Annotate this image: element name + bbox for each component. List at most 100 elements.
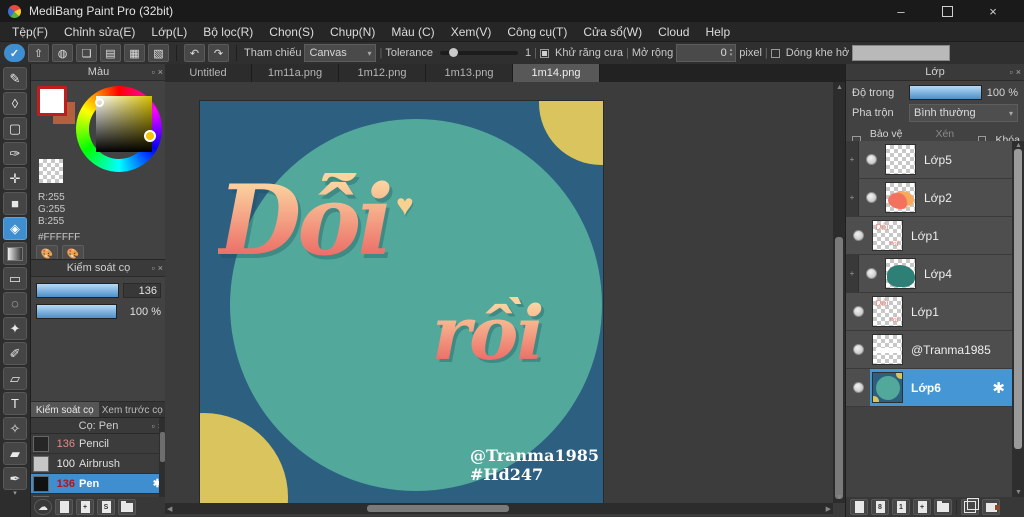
spinner-arrows-icon[interactable]: ▴ ▾ [730,48,733,58]
menu-item-5[interactable]: Chọn(S) [261,25,322,39]
reference-dropdown[interactable]: Canvas ▾ [304,44,377,62]
document-tab-1m14png[interactable]: 1m14.png [513,64,600,82]
brush-size-value[interactable]: 136 [123,283,161,298]
layer-row-tranma1985[interactable]: @Tranma1985 [846,331,1013,369]
layer-row-lp4[interactable]: + Lớp4 [846,255,1013,293]
sv-cursor-icon[interactable] [95,98,104,107]
transparent-color-swatch[interactable] [39,159,63,183]
eyedropper-tool[interactable]: ✒ [3,467,27,490]
foreground-color-swatch[interactable] [37,86,67,116]
menu-item-12[interactable]: Help [697,25,738,39]
restore-button[interactable] [924,0,970,22]
globe-comment-icon[interactable]: ◍ [52,44,73,62]
artboard[interactable]: Dỗi ♥ rồi @Tranma1985 #Hd247 [199,100,604,503]
scroll-right-icon[interactable]: ▶ [826,505,831,513]
panel-close-icon[interactable]: × [158,263,163,273]
lasso-tool[interactable]: ◌ [3,292,27,315]
layer-row-lp1[interactable]: Dỗi rồi Lớp1 [846,293,1013,331]
menu-item-7[interactable]: Màu (C) [383,25,442,39]
shape-brush-tool[interactable]: ▢ [3,117,27,140]
move-tool[interactable]: ✛ [3,167,27,190]
control-point-tool[interactable]: ✧ [3,417,27,440]
blend-mode-dropdown[interactable]: Bình thường ▾ [909,104,1018,122]
brush-item-pencil[interactable]: 136 Pencil [31,434,166,454]
panel-close-icon[interactable]: × [158,67,163,77]
expand-spinner[interactable]: 0 ▴ ▾ [676,44,737,62]
cloud-check-icon[interactable]: ✓ [4,44,25,62]
scroll-down-icon[interactable]: ▼ [1015,489,1022,496]
layer-row-lp2[interactable]: + Lớp2 [846,179,1013,217]
layer-visibility-toggle[interactable] [846,382,870,393]
fill-rect-tool[interactable]: ■ [3,192,27,215]
duplicate-brush-button[interactable]: + [76,499,94,515]
text-tool[interactable]: T [3,392,27,415]
tab-brush-preview[interactable]: Xem trước cọ [98,401,166,418]
horizontal-scroll-thumb[interactable] [367,505,509,512]
panel-popup-icon[interactable]: ▫ [1010,67,1013,77]
layer-visibility-toggle[interactable] [859,268,883,279]
eraser-tool[interactable]: ◊ [3,92,27,115]
add-1bit-layer-button[interactable]: 1 [892,499,910,515]
document-tab-1m11apng[interactable]: 1m11a.png [252,64,339,82]
new-brush-button[interactable] [55,499,73,515]
menu-item-3[interactable]: Lớp(L) [143,25,195,39]
select-pen-tool[interactable]: ✐ [3,342,27,365]
close-button[interactable]: × [970,0,1016,22]
panel-popup-icon[interactable]: ▫ [152,263,155,273]
merge-layer-button[interactable] [982,499,1000,515]
menu-item-2[interactable]: Chỉnh sửa(E) [56,25,143,39]
cloud-upload-button[interactable]: ☁ [34,499,52,515]
brush-size-slider[interactable] [36,283,119,298]
layer-visibility-toggle[interactable] [846,230,870,241]
bucket-tool[interactable]: ◈ [3,217,27,240]
horizontal-scrollbar[interactable]: ◀ ▶ [165,503,833,514]
panel-config-icon[interactable]: ▦ [124,44,145,62]
menu-item-9[interactable]: Công cụ(T) [499,25,575,39]
duplicate-layer-button[interactable] [961,498,979,515]
menu-item-6[interactable]: Chụp(N) [322,25,383,39]
scroll-up-icon[interactable]: ▲ [836,84,843,91]
layers-scroll-thumb[interactable] [1014,149,1022,449]
brush-item-airbrush[interactable]: 100 Airbrush [31,454,166,474]
layer-row-body[interactable]: Dỗi rồi Lớp1 [870,217,1013,254]
gradient-tool[interactable] [3,242,27,265]
saturation-value-square[interactable] [96,96,152,152]
document-tab-1m12png[interactable]: 1m12.png [339,64,426,82]
brush-tool[interactable]: ✎ [3,67,27,90]
scroll-down-icon[interactable]: ▼ [836,494,843,501]
undo-button[interactable]: ↶ [184,44,205,62]
brush-opacity-slider[interactable] [36,304,117,319]
menu-item-11[interactable]: Cloud [650,25,697,39]
scroll-up-icon[interactable]: ▲ [1015,142,1022,149]
layout-edit-icon[interactable]: ▧ [148,44,169,62]
panel-popup-icon[interactable]: ▫ [152,67,155,77]
scroll-left-icon[interactable]: ◀ [167,505,172,513]
tolerance-slider[interactable] [440,48,519,57]
layer-row-body[interactable]: Lớp5 [883,141,1013,178]
layer-row-body[interactable]: Dỗi rồi Lớp1 [870,293,1013,330]
antialias-checkbox[interactable] [540,48,550,58]
layer-visibility-toggle[interactable] [859,192,883,203]
minimize-button[interactable]: – [878,0,924,22]
document-icon[interactable]: ▤ [100,44,121,62]
vertical-scroll-thumb[interactable] [835,237,843,499]
canvas-viewport[interactable]: Dỗi ♥ rồi @Tranma1985 #Hd247 [165,82,833,503]
panel-close-icon[interactable]: × [1016,67,1021,77]
layer-settings-gear-icon[interactable]: ✱ [992,379,1005,397]
layer-visibility-toggle[interactable] [859,154,883,165]
vertical-scrollbar[interactable]: ▲ ▼ [833,82,845,503]
brush-item-pen[interactable]: 136 Pen ✱ [31,474,166,494]
tolerance-slider-knob[interactable] [449,48,459,57]
menu-item-10[interactable]: Cửa sổ(W) [575,25,650,39]
layer-row-body[interactable]: @Tranma1985 [870,331,1013,368]
brush-folder-button[interactable] [118,499,136,515]
add-8bit-layer-button[interactable]: 8 [871,499,889,515]
script-brush-button[interactable]: S [97,499,115,515]
magic-wand-tool[interactable]: ✦ [3,317,27,340]
layer-opacity-slider[interactable] [909,85,982,100]
menu-item-1[interactable]: Tệp(F) [4,25,56,39]
close-gap-color-swatch[interactable] [852,45,951,61]
select-eraser-tool[interactable]: ▱ [3,367,27,390]
panel-popup-icon[interactable]: ▫ [152,421,155,431]
layer-visibility-toggle[interactable] [846,344,870,355]
